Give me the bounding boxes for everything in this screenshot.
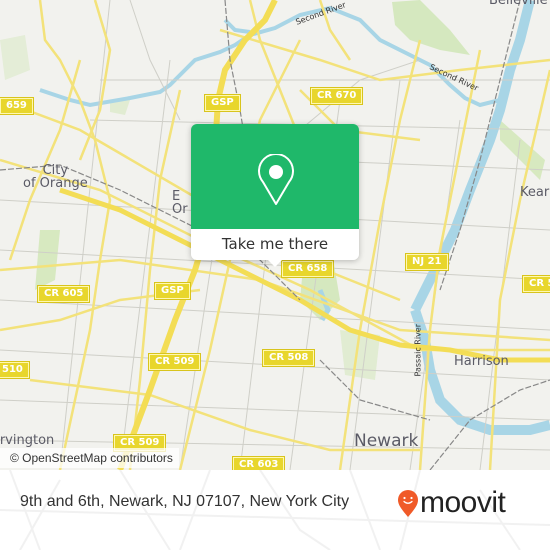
road-shield: CR 509 [147, 353, 202, 371]
place-label-newark: Newark [354, 431, 419, 451]
popup-pointer [267, 259, 283, 267]
road-shield: CR 605 [36, 285, 91, 303]
road-shield: GSP [154, 282, 191, 300]
place-label-kearny: Kear [520, 185, 550, 200]
moovit-pin-logo-icon [398, 490, 418, 517]
place-label-city-of-orange: City of Orange [23, 163, 88, 191]
location-popup: Take me there [191, 124, 359, 267]
road-shield: NJ 21 [405, 253, 449, 271]
popup-footer: Take me there [191, 229, 359, 260]
place-label-belleville: Belleville [489, 0, 548, 8]
place-label-irvington: Irvington [0, 433, 55, 448]
popup-header [191, 124, 359, 229]
road-shield: GSP [204, 94, 241, 112]
road-shield: CR 5 [521, 275, 550, 293]
road-shield: 510 [0, 361, 30, 379]
place-label-east-orange: E Or [172, 189, 188, 217]
road-shield: CR 603 [231, 456, 286, 470]
road-shield: CR 670 [309, 87, 364, 105]
road-shield: CR 508 [261, 349, 316, 367]
map-view[interactable]: City of Orange E Or Newark Harrison Kear… [0, 0, 550, 470]
place-label-harrison: Harrison [454, 354, 509, 369]
address-text: 9th and 6th, Newark, NJ 07107, New York … [20, 493, 350, 510]
water-label-passaic-river: Passaic River [413, 324, 423, 377]
road-shield: 659 [0, 97, 34, 115]
moovit-brand-name: moovit [420, 486, 506, 519]
take-me-there-button[interactable]: Take me there [191, 229, 359, 260]
map-pin-icon [258, 154, 294, 205]
road-shield: CR 658 [280, 260, 335, 278]
map-attribution: © OpenStreetMap contributors [0, 448, 179, 468]
footer-bar: 9th and 6th, Newark, NJ 07107, New York … [0, 470, 550, 550]
